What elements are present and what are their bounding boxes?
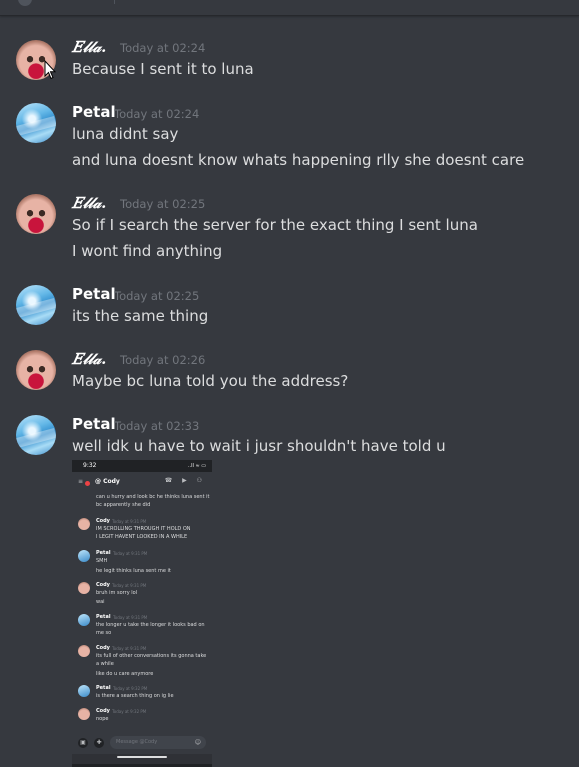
phone-message-input: Message @Cody ☺ (110, 736, 206, 749)
message-author[interactable]: 𝐸𝓁𝓁𝒶. (72, 38, 106, 56)
petal-avatar-small (78, 550, 90, 562)
message-author[interactable]: 𝐸𝓁𝓁𝒶. (72, 194, 106, 212)
phone-input-bar: ▣ ✚ Message @Cody ☺ (72, 732, 212, 754)
message-text: Because I sent it to luna (72, 60, 254, 78)
phone-message-timestamp: Today at 9:31 PM (112, 519, 147, 524)
message-text: Maybe bc luna told you the address? (72, 372, 349, 390)
message-timestamp: Today at 02:33 (114, 419, 200, 433)
petal-avatar-small (78, 614, 90, 626)
phone-message-text: a while (96, 661, 114, 667)
phone-message-text: nope (96, 716, 109, 722)
cody-avatar (78, 708, 90, 720)
phone-message-timestamp: Today at 9:31 PM (112, 583, 147, 588)
phone-message-text: IM SCROLLING THROUGH IT HOLD ON (96, 526, 191, 532)
menu-icon: ≡ (78, 478, 84, 485)
image-icon: ▣ (78, 738, 88, 748)
cody-avatar (78, 518, 90, 530)
phone-status-bar: 9:32 ..ll ≈ ▭ (72, 460, 212, 472)
image-attachment[interactable]: 9:32 ..ll ≈ ▭ ≡ @ Cody ☎ ▶ ⚇ can u hurry… (72, 460, 212, 767)
message-text: its the same thing (72, 307, 209, 325)
petal-avatar-small (78, 685, 90, 697)
petal-avatar[interactable] (16, 103, 56, 143)
phone-message-text: he legit thinks luna sent me it (96, 568, 171, 574)
phone-message-author: Petal (96, 550, 111, 556)
phone-message-author: Petal (96, 614, 111, 620)
ella-avatar[interactable] (16, 194, 56, 234)
message-text: and luna doesnt know whats happening rll… (72, 151, 525, 169)
phone-message-text: bruh im sorry lol (96, 590, 138, 596)
phone-message-author: Cody (96, 582, 110, 588)
message-author[interactable]: Petal (72, 103, 116, 121)
phone-input-placeholder: Message @Cody (116, 739, 158, 745)
emoji-icon: ☺ (194, 739, 201, 746)
message-text: I wont find anything (72, 242, 223, 260)
phone-message-timestamp: Today at 9:32 PM (112, 709, 147, 714)
cody-avatar (78, 582, 90, 594)
message-author[interactable]: Petal (72, 285, 116, 303)
home-indicator (117, 756, 167, 758)
phone-dm-header: ≡ @ Cody ☎ ▶ ⚇ (72, 472, 212, 493)
channel-icon (18, 0, 32, 6)
phone-message-text: me so (96, 630, 112, 636)
phone-message-text: can u hurry and look bc he thinks luna s… (96, 494, 210, 500)
gift-icon: ✚ (94, 738, 104, 748)
phone-message-text: I LEGIT HAVENT LOOKED IN A WHILE (96, 534, 188, 540)
message-text: So if I search the server for the exact … (72, 216, 478, 234)
message-author[interactable]: Petal (72, 415, 116, 433)
message-timestamp: Today at 02:25 (120, 197, 206, 211)
petal-avatar[interactable] (16, 415, 56, 455)
header-divider (114, 0, 115, 4)
phone-message-timestamp: Today at 9:31 PM (113, 615, 148, 620)
dm-channel-name: @ Cody (95, 478, 120, 485)
notification-badge (85, 481, 90, 486)
phone-message-text: wai (96, 599, 105, 605)
phone-message-text: SMH (96, 558, 108, 564)
phone-message-timestamp: Today at 9:31 PM (113, 551, 148, 556)
message-timestamp: Today at 02:25 (114, 289, 200, 303)
message-timestamp: Today at 02:26 (120, 353, 206, 367)
phone-message-text: is there a search thing on ig lie (96, 693, 174, 699)
phone-message-author: Cody (96, 645, 110, 651)
message-timestamp: Today at 02:24 (114, 107, 200, 121)
phone-time: 9:32 (83, 462, 97, 469)
phone-message-author: Cody (96, 708, 110, 714)
phone-message-author: Cody (96, 518, 110, 524)
phone-status-icons: ..ll ≈ ▭ (187, 463, 206, 469)
phone-message-text: bc apparently she did (96, 502, 151, 508)
message-timestamp: Today at 02:24 (120, 41, 206, 55)
phone-message-text: like do u care anymore (96, 671, 154, 677)
phone-message-text: its full of other conversations its gonn… (96, 653, 207, 659)
phone-message-timestamp: Today at 9:32 PM (113, 686, 148, 691)
call-video-members-icons: ☎ ▶ ⚇ (164, 477, 206, 484)
petal-avatar[interactable] (16, 285, 56, 325)
phone-message-text: the longer u take the longer it looks ba… (96, 622, 205, 628)
message-text: well idk u have to wait i jusr shouldn't… (72, 437, 446, 455)
message-author[interactable]: 𝐸𝓁𝓁𝒶. (72, 350, 106, 368)
phone-message-list: can u hurry and look bc he thinks luna s… (72, 492, 212, 732)
message-text: luna didnt say (72, 125, 179, 143)
channel-header (0, 0, 579, 16)
ella-avatar[interactable] (16, 350, 56, 390)
phone-message-timestamp: Today at 9:31 PM (112, 646, 147, 651)
phone-message-author: Petal (96, 685, 111, 691)
cody-avatar (78, 645, 90, 657)
